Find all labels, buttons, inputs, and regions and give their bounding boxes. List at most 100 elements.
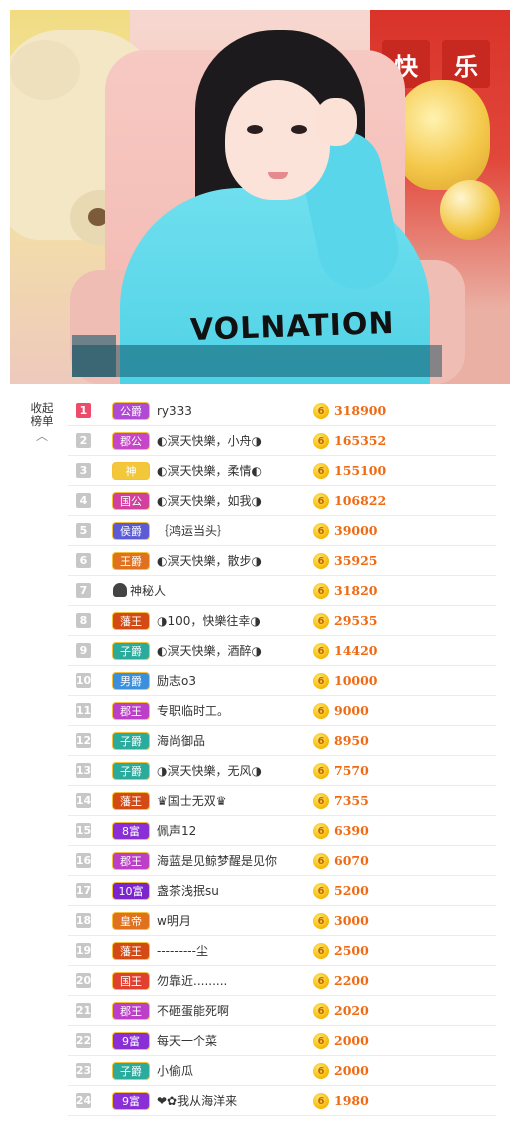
- contribution-score: 318900: [334, 403, 387, 418]
- ranking-row[interactable]: 7 神秘人 6 31820: [68, 576, 496, 606]
- contribution-score: 9000: [334, 703, 369, 718]
- user-name[interactable]: ｛鸿运当头｝: [157, 522, 307, 539]
- user-name[interactable]: ◐溟天快樂，如我◑: [157, 492, 307, 509]
- ranking-row[interactable]: 17 10富 盏茶浅抿su 6 5200: [68, 876, 496, 906]
- rank-number: 14: [75, 793, 92, 808]
- ranking-row[interactable]: 2 郡公 ◐溟天快樂，小舟◑ 6 165352: [68, 426, 496, 456]
- coin-icon: 6: [313, 763, 329, 779]
- noble-rank-badge: 王爵: [112, 551, 150, 570]
- ranking-row[interactable]: 19 藩王 ---------尘 6 2500: [68, 936, 496, 966]
- user-name[interactable]: ry333: [157, 404, 307, 418]
- live-video-stream[interactable]: 快 乐 VOLNATION: [10, 10, 510, 384]
- user-name[interactable]: 海尚御品: [157, 732, 307, 749]
- noble-rank-badge: 子爵: [112, 1061, 150, 1080]
- ranking-row[interactable]: 1 公爵 ry333 6 318900: [68, 396, 496, 426]
- streamer-eye-right: [291, 125, 307, 134]
- noble-rank-badge: 皇帝: [112, 911, 150, 930]
- coin-icon: 6: [313, 553, 329, 569]
- ranking-row[interactable]: 9 子爵 ◐溟天快樂，酒醉◑ 6 14420: [68, 636, 496, 666]
- ranking-row[interactable]: 8 藩王 ◑100，快樂往幸◑ 6 29535: [68, 606, 496, 636]
- streamer-mouth: [268, 172, 288, 179]
- coin-icon: 6: [313, 1063, 329, 1079]
- coin-icon: 6: [313, 403, 329, 419]
- rank-number: 22: [75, 1033, 92, 1048]
- noble-rank-badge: 子爵: [112, 761, 150, 780]
- coin-icon: 6: [313, 673, 329, 689]
- ranking-row[interactable]: 20 国王 勿靠近......... 6 2200: [68, 966, 496, 996]
- user-name[interactable]: ◐溟天快樂，散步◑: [157, 552, 307, 569]
- user-name[interactable]: ❤✿我从海洋来: [157, 1092, 307, 1109]
- contribution-score: 7570: [334, 763, 369, 778]
- noble-rank-badge: 男爵: [112, 671, 150, 690]
- ranking-row[interactable]: 15 8富 佩声12 6 6390: [68, 816, 496, 846]
- noble-rank-badge: 8富: [112, 821, 150, 840]
- ranking-row[interactable]: 12 子爵 海尚御品 6 8950: [68, 726, 496, 756]
- streamer-hand: [315, 98, 357, 146]
- noble-rank-badge: 神: [112, 461, 150, 480]
- noble-rank-badge: 子爵: [112, 641, 150, 660]
- contribution-score: 165352: [334, 433, 387, 448]
- noble-rank-badge: 郡王: [112, 851, 150, 870]
- coin-icon: 6: [313, 793, 329, 809]
- user-name[interactable]: 励志o3: [157, 672, 307, 689]
- coin-icon: 6: [313, 883, 329, 899]
- noble-rank-badge: 藩王: [112, 941, 150, 960]
- ranking-row[interactable]: 21 郡王 不砸蛋能死啊 6 2020: [68, 996, 496, 1026]
- rank-number: 24: [75, 1093, 92, 1108]
- user-name[interactable]: ♛国士无双♛: [157, 792, 307, 809]
- ranking-row[interactable]: 5 侯爵 ｛鸿运当头｝ 6 39000: [68, 516, 496, 546]
- coin-icon: 6: [313, 823, 329, 839]
- rank-number: 17: [75, 883, 92, 898]
- user-name[interactable]: 专职临时工。: [157, 702, 307, 719]
- user-name[interactable]: 勿靠近.........: [157, 972, 307, 989]
- video-caption-overlay: [72, 345, 442, 377]
- ranking-row[interactable]: 11 郡王 专职临时工。 6 9000: [68, 696, 496, 726]
- user-name[interactable]: 海蓝是见鲸梦醒是见你: [157, 852, 307, 869]
- contribution-score: 106822: [334, 493, 387, 508]
- user-name[interactable]: 小偷瓜: [157, 1062, 307, 1079]
- sweater-print-text: VOLNATION: [189, 305, 396, 348]
- user-name[interactable]: ◑100，快樂往幸◑: [157, 612, 307, 629]
- user-name[interactable]: ◐溟天快樂，酒醉◑: [157, 642, 307, 659]
- ranking-row[interactable]: 3 神 ◐溟天快樂，柔情◐ 6 155100: [68, 456, 496, 486]
- ranking-row[interactable]: 23 子爵 小偷瓜 6 2000: [68, 1056, 496, 1086]
- ranking-row[interactable]: 14 藩王 ♛国士无双♛ 6 7355: [68, 786, 496, 816]
- coin-icon: 6: [313, 463, 329, 479]
- noble-rank-badge: 国王: [112, 971, 150, 990]
- ranking-row[interactable]: 16 郡王 海蓝是见鲸梦醒是见你 6 6070: [68, 846, 496, 876]
- rank-number: 7: [76, 583, 91, 598]
- coin-icon: 6: [313, 583, 329, 599]
- user-name[interactable]: 神秘人: [113, 582, 263, 599]
- ranking-row[interactable]: 13 子爵 ◑溟天快樂，无风◑ 6 7570: [68, 756, 496, 786]
- ranking-row[interactable]: 4 国公 ◐溟天快樂，如我◑ 6 106822: [68, 486, 496, 516]
- user-name[interactable]: 每天一个菜: [157, 1032, 307, 1049]
- collapse-ranking-button[interactable]: 收起 榜单 ︿: [26, 402, 58, 443]
- ranking-row[interactable]: 10 男爵 励志o3 6 10000: [68, 666, 496, 696]
- rank-number: 15: [75, 823, 92, 838]
- ranking-row[interactable]: 18 皇帝 w明月 6 3000: [68, 906, 496, 936]
- ranking-row[interactable]: 6 王爵 ◐溟天快樂，散步◑ 6 35925: [68, 546, 496, 576]
- ranking-row[interactable]: 24 9富 ❤✿我从海洋来 6 1980: [68, 1086, 496, 1116]
- ranking-row[interactable]: 22 9富 每天一个菜 6 2000: [68, 1026, 496, 1056]
- streamer-eye-left: [247, 125, 263, 134]
- coin-icon: 6: [313, 493, 329, 509]
- user-name[interactable]: ◑溟天快樂，无风◑: [157, 762, 307, 779]
- user-name[interactable]: 盏茶浅抿su: [157, 882, 307, 899]
- coin-icon: 6: [313, 1033, 329, 1049]
- user-name-text: 神秘人: [130, 584, 167, 598]
- coin-icon: 6: [313, 733, 329, 749]
- user-name[interactable]: ◐溟天快樂，小舟◑: [157, 432, 307, 449]
- user-name[interactable]: w明月: [157, 912, 307, 929]
- user-name[interactable]: 不砸蛋能死啊: [157, 1002, 307, 1019]
- contribution-score: 14420: [334, 643, 378, 658]
- teddy-bear-ear: [10, 40, 80, 100]
- coin-icon: 6: [313, 703, 329, 719]
- rank-number: 12: [75, 733, 92, 748]
- user-name[interactable]: 佩声12: [157, 822, 307, 839]
- coin-icon: 6: [313, 613, 329, 629]
- rank-number: 13: [75, 763, 92, 778]
- contribution-score: 7355: [334, 793, 369, 808]
- user-name[interactable]: ---------尘: [157, 942, 307, 959]
- coin-icon: 6: [313, 1093, 329, 1109]
- user-name[interactable]: ◐溟天快樂，柔情◐: [157, 462, 307, 479]
